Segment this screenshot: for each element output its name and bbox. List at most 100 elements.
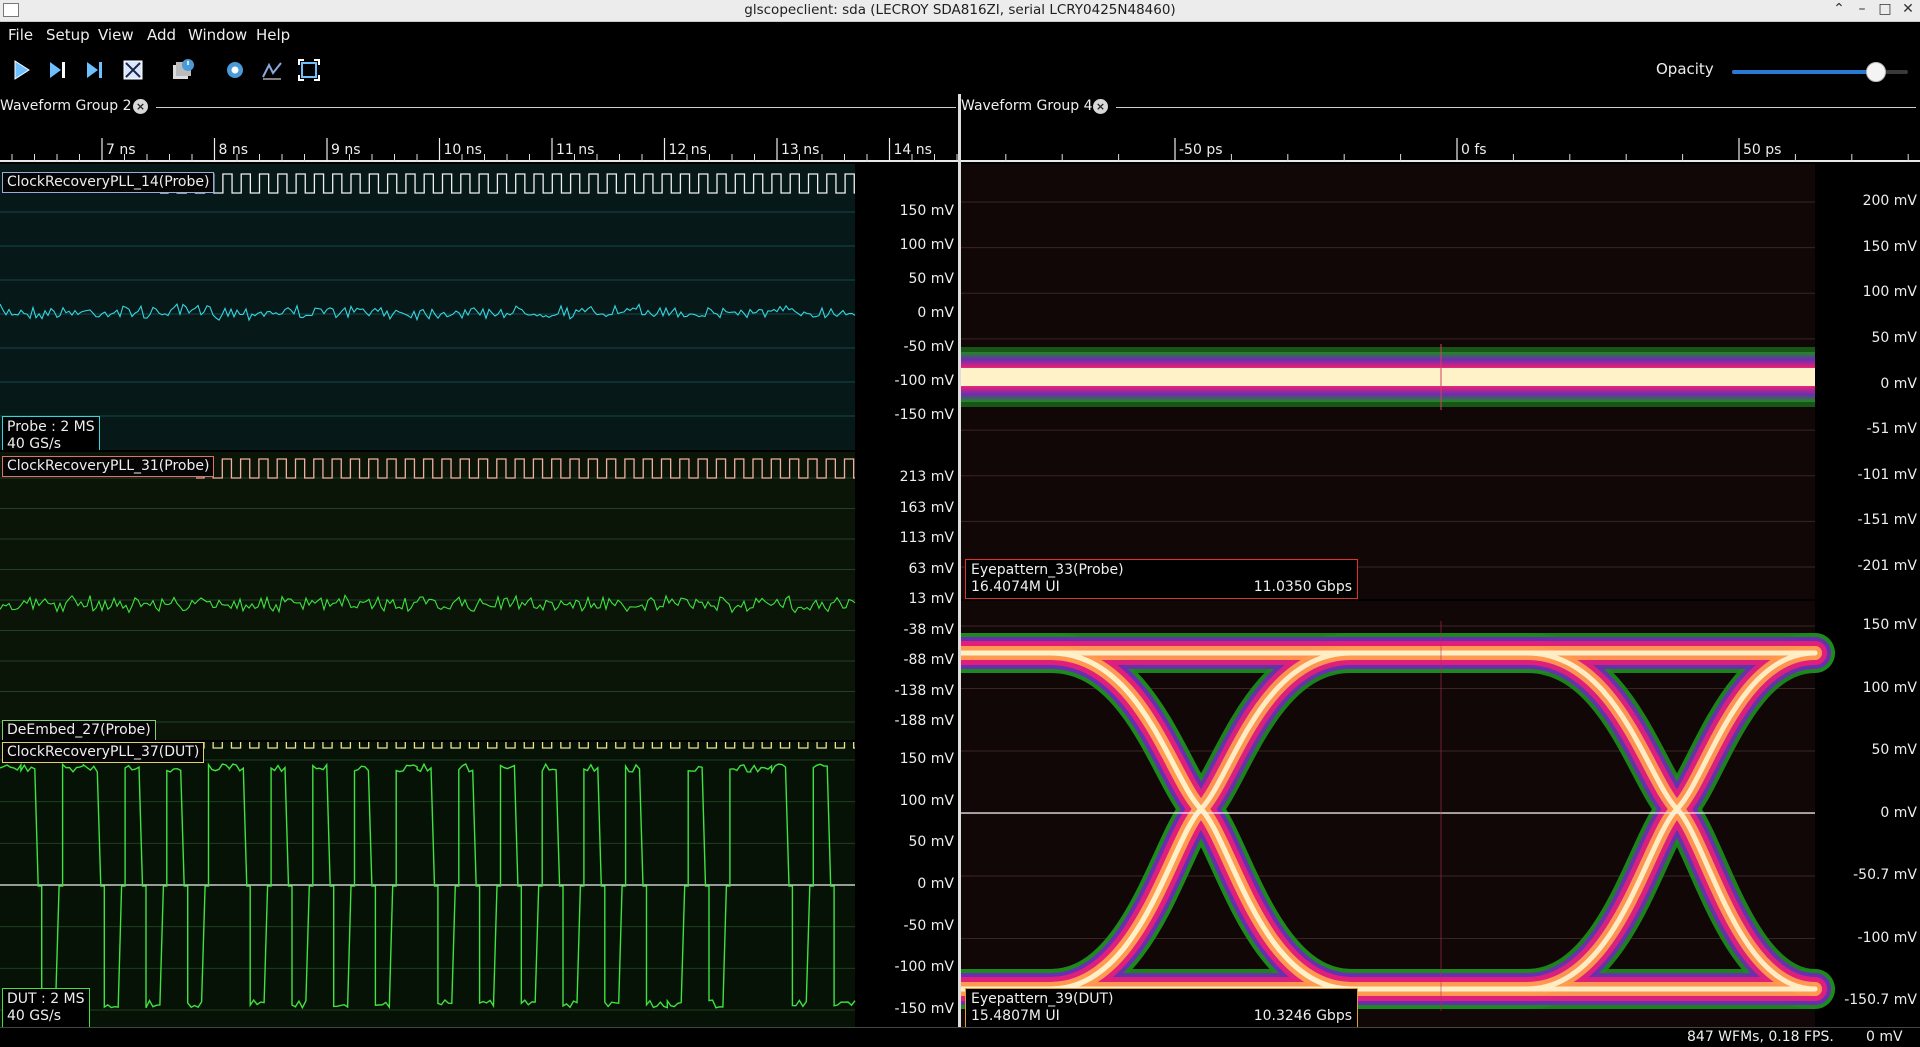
eye-pattern-name: Eyepattern_33(Probe): [971, 562, 1124, 578]
timeline-tick-label: 8 ns: [218, 142, 249, 158]
eye-pattern-pane-probe[interactable]: 200 mV 150 mV 100 mV 50 mV 0 mV -51 mV -101 mV…: [961, 164, 1920, 599]
waveform-pane-dut[interactable]: 150 mV 100 mV 50 mV 0 mV -50 mV -100 mV -150 m…: [0, 742, 958, 1027]
timeline-tick-label: -50 ps: [1179, 142, 1223, 158]
timeline-right[interactable]: -50 ps 0 fs 50 ps: [961, 124, 1920, 162]
opacity-slider[interactable]: [1732, 62, 1908, 82]
y-axis-label: 63 mV: [908, 560, 954, 577]
window-maximize-button[interactable]: □: [1875, 1, 1895, 17]
fps-status: 847 WFMs, 0.18 FPS.: [1687, 1029, 1834, 1045]
sample-depth: Probe : 2 MS: [7, 419, 95, 435]
history-icon[interactable]: [170, 57, 196, 83]
y-axis-label: 150 mV: [1862, 238, 1917, 255]
eye-ui-count: 15.4807M UI: [971, 1008, 1060, 1024]
y-axis-label: 50 mV: [1871, 742, 1917, 758]
timeline-tick-label: 7 ns: [106, 142, 136, 158]
y-axis-label: 0 mV: [917, 876, 954, 892]
opacity-slider-thumb[interactable]: [1866, 62, 1887, 82]
y-axis-label: 113 mV: [899, 530, 954, 546]
menu-window[interactable]: Window: [188, 26, 247, 44]
y-axis-label: -150 mV: [894, 1001, 954, 1017]
channel-label[interactable]: ClockRecoveryPLL_14(Probe): [2, 172, 215, 193]
y-axis-label: 0 mV: [1880, 375, 1917, 392]
menu-add[interactable]: Add: [147, 26, 176, 44]
eye-band-core: [961, 368, 1815, 386]
group-title: Waveform Group 4: [961, 98, 1093, 114]
channel-label[interactable]: DeEmbed_27(Probe): [2, 720, 156, 740]
y-axis-label: 50 mV: [908, 834, 954, 851]
y-axis-label: 100 mV: [1862, 284, 1917, 301]
timeline-tick-label: 11 ns: [556, 142, 595, 158]
stop-trigger-icon[interactable]: [120, 57, 146, 83]
group-title: Waveform Group 2: [0, 98, 132, 114]
y-axis-label: 163 mV: [899, 499, 954, 516]
waveform-info-box: Probe : 2 MS 40 GS/s: [2, 416, 100, 450]
group-header-right: Waveform Group 4 ×: [961, 96, 1920, 118]
single-trigger-icon[interactable]: [45, 57, 71, 83]
eye-pattern-pane-dut[interactable]: 150 mV 100 mV 50 mV 0 mV -50.7 mV -100 mV -150…: [961, 601, 1920, 1027]
y-axis-label: -100 mV: [894, 959, 954, 976]
window-shade-button[interactable]: ⌃: [1829, 1, 1849, 17]
menu-help[interactable]: Help: [256, 26, 290, 44]
y-axis-label: -50 mV: [903, 917, 954, 934]
eye-pattern-info-box: Eyepattern_39(DUT) 15.4807M UI 10.3246 G…: [965, 988, 1358, 1027]
y-axis-label: -150.7 mV: [1844, 992, 1917, 1008]
window-minimize-button[interactable]: –: [1852, 1, 1872, 17]
y-axis-label: -100 mV: [1857, 929, 1917, 946]
eye-bit-rate: 10.3246 Gbps: [1253, 1008, 1352, 1024]
eye-pattern-name: Eyepattern_39(DUT): [971, 991, 1114, 1007]
status-bar: 847 WFMs, 0.18 FPS. 0 mV: [0, 1027, 1920, 1047]
clear-sweeps-icon[interactable]: [259, 57, 285, 83]
channel-label[interactable]: ClockRecoveryPLL_37(DUT): [2, 742, 205, 763]
y-axis-label: 0 mV: [1880, 804, 1917, 821]
y-axis-label: -88 mV: [903, 652, 954, 668]
y-axis-label: 50 mV: [908, 271, 954, 287]
opacity-label: Opacity: [1656, 60, 1714, 78]
group-close-icon[interactable]: ×: [1093, 99, 1108, 114]
timeline-tick-label: 0 fs: [1461, 142, 1487, 158]
menu-view[interactable]: View: [98, 26, 134, 44]
y-axis-label: 150 mV: [899, 751, 954, 767]
waveform-info-box: DUT : 2 MS 40 GS/s: [2, 988, 90, 1027]
y-axis-label: -50 mV: [903, 339, 954, 355]
divider: [156, 107, 956, 108]
y-axis-label: 150 mV: [1862, 617, 1917, 633]
force-trigger-icon[interactable]: [82, 57, 108, 83]
menu-file[interactable]: File: [8, 26, 33, 44]
menu-bar: File Setup View Add Window Help: [0, 22, 1920, 48]
y-axis-label: 100 mV: [899, 237, 954, 253]
y-axis-label: -50.7 mV: [1853, 867, 1917, 883]
channel-label[interactable]: ClockRecoveryPLL_31(Probe): [2, 456, 215, 477]
y-axis-label: 100 mV: [899, 792, 954, 809]
fullscreen-icon[interactable]: [296, 57, 322, 83]
menu-setup[interactable]: Setup: [46, 26, 90, 44]
timeline-left[interactable]: 7 ns 8 ns 9 ns 10 ns 11 ns 12 ns 13 ns 14 ns: [0, 124, 958, 162]
y-axis-label: -100 mV: [894, 373, 954, 389]
timeline-tick-label: 13 ns: [781, 142, 820, 158]
timeline-tick-label: 12 ns: [668, 142, 707, 158]
y-axis-label: 213 mV: [899, 469, 954, 485]
eye-bit-rate: 11.0350 Gbps: [1253, 579, 1352, 595]
y-axis-label: -150 mV: [894, 407, 954, 423]
y-axis-label: -138 mV: [894, 682, 954, 699]
refresh-settings-icon[interactable]: [222, 57, 248, 83]
timeline-tick-label: 10 ns: [443, 142, 482, 158]
waveform-pane-deembed[interactable]: 213 mV 163 mV 113 mV 63 mV 13 mV -38 mV -88 mV…: [0, 452, 958, 740]
y-axis-label: -101 mV: [1857, 466, 1917, 483]
cursor-value: 0 mV: [1866, 1029, 1903, 1045]
window-close-button[interactable]: ✕: [1898, 1, 1918, 17]
sample-rate: 40 GS/s: [7, 1008, 62, 1024]
eye-ui-count: 16.4074M UI: [971, 579, 1060, 595]
timeline-tick-label: 14 ns: [893, 142, 932, 158]
start-trigger-icon[interactable]: [8, 57, 34, 83]
y-axis-label: -201 mV: [1857, 558, 1917, 574]
title-bar: glscopeclient: sda (LECROY SDA816ZI, ser…: [0, 0, 1920, 22]
timeline-tick-label: 50 ps: [1743, 142, 1782, 158]
group-close-icon[interactable]: ×: [133, 99, 148, 114]
waveform-pane-probe[interactable]: 150 mV 100 mV 50 mV 0 mV -50 mV -100 mV -150 m…: [0, 164, 958, 450]
y-axis-label: -151 mV: [1857, 512, 1917, 529]
sample-rate: 40 GS/s: [7, 436, 62, 450]
divider: [1116, 107, 1916, 108]
y-axis-label: 50 mV: [1871, 329, 1917, 346]
y-axis-label: -38 mV: [903, 621, 954, 638]
y-axis-label: 150 mV: [899, 203, 954, 219]
